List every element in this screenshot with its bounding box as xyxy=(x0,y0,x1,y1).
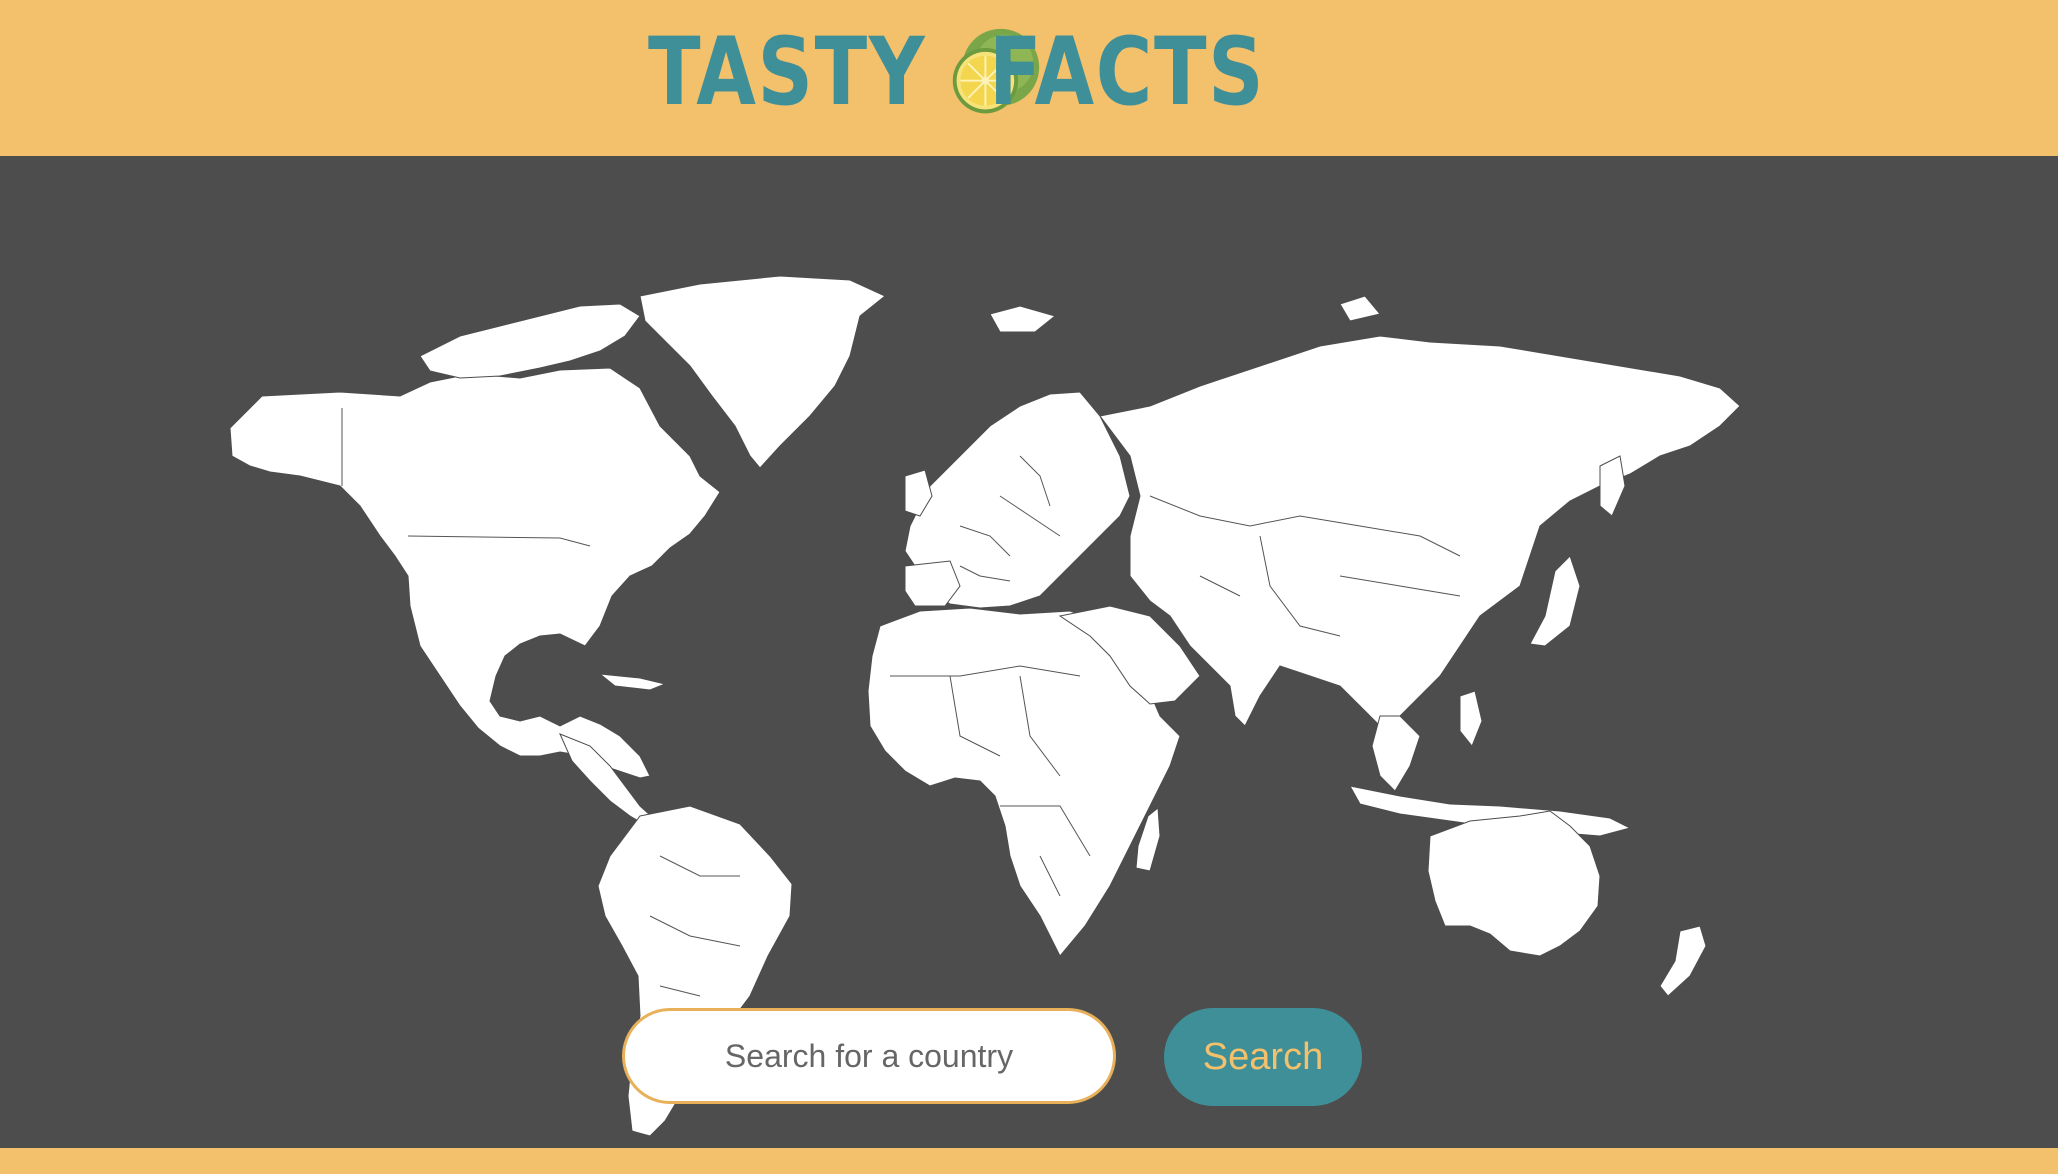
site-footer xyxy=(0,1148,2058,1174)
arctic-islands xyxy=(419,303,641,379)
world-map-icon[interactable] xyxy=(0,156,2058,1148)
site-logo[interactable]: Tasty Facts xyxy=(648,18,1326,128)
site-header: Tasty Facts xyxy=(0,0,2058,156)
logo-word-facts: Facts xyxy=(989,18,1266,127)
new-zealand xyxy=(1659,925,1707,997)
north-america xyxy=(229,367,721,779)
search-button[interactable]: Search xyxy=(1164,1008,1362,1106)
world-map[interactable] xyxy=(0,156,2058,1148)
logo-word-tasty: Tasty xyxy=(648,18,927,127)
caribbean xyxy=(598,673,667,691)
svalbard xyxy=(1339,295,1381,322)
asia xyxy=(1099,335,1741,727)
greenland xyxy=(639,275,886,469)
southeast-asia xyxy=(1371,715,1421,792)
search-input[interactable] xyxy=(622,1008,1116,1104)
philippines xyxy=(1459,690,1483,747)
australia xyxy=(1427,810,1601,957)
japan xyxy=(1529,555,1581,647)
kamchatka xyxy=(1599,455,1626,517)
iceland xyxy=(989,305,1057,333)
